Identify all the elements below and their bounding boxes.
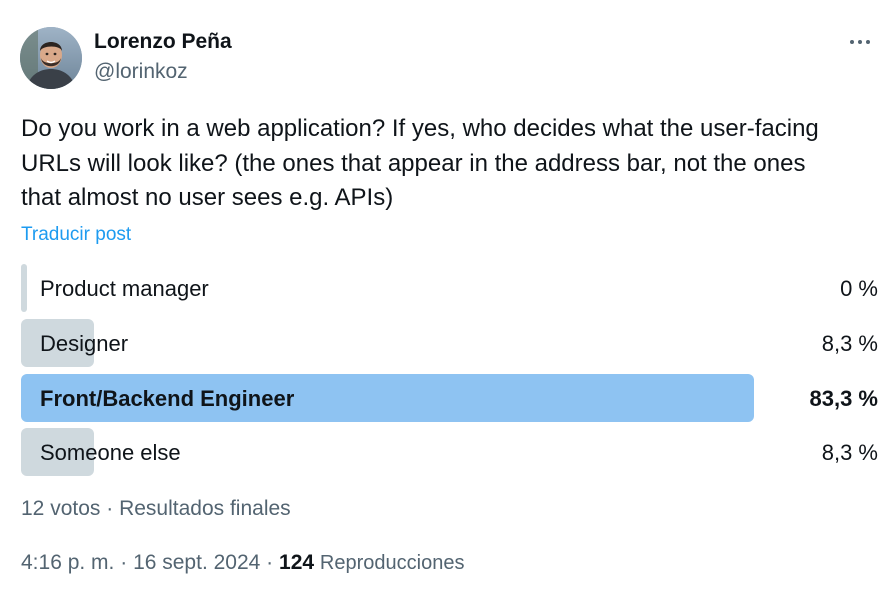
poll-option: Designer 8,3 %: [21, 319, 879, 367]
poll-option-label: Designer: [40, 331, 129, 356]
poll-option-percent: 83,3 %: [809, 386, 879, 411]
views-label: Reproducciones: [319, 552, 465, 574]
translate-post-link[interactable]: Traducir post: [21, 224, 131, 246]
separator: ·: [100, 497, 120, 520]
more-options-button[interactable]: [842, 30, 878, 54]
tweet-card: Lorenzo Peña @lorinkoz Do you work in a …: [0, 0, 890, 598]
poll-option-label: Someone else: [40, 440, 181, 465]
poll-vote-count: 12 votos: [21, 497, 101, 520]
more-horizontal-icon-dot: [866, 40, 870, 44]
more-horizontal-icon-dot: [858, 40, 862, 44]
tweet-timestamp[interactable]: 4:16 p. m. · 16 sept. 2024: [21, 551, 260, 574]
tweet-date: 16 sept. 2024: [133, 551, 261, 574]
poll-option-percent: 8,3 %: [821, 331, 878, 356]
poll-option-percent: 8,3 %: [821, 440, 878, 465]
poll-option-percent: 0 %: [840, 276, 878, 301]
author-avatar[interactable]: [20, 27, 82, 89]
views-count: 124: [279, 551, 315, 574]
poll-option: Front/Backend Engineer 83,3 %: [21, 374, 879, 422]
tweet-text: Do you work in a web application? If yes…: [21, 115, 819, 211]
poll-option-label: Product manager: [40, 276, 209, 301]
avatar-image: [20, 27, 82, 89]
poll-option-bar: [21, 264, 27, 312]
tweet-time: 4:16 p. m.: [21, 551, 115, 574]
author-handle[interactable]: @lorinkoz: [94, 60, 188, 84]
more-horizontal-icon: [850, 40, 854, 44]
poll-option: Someone else 8,3 %: [21, 428, 879, 476]
author-name[interactable]: Lorenzo Peña: [94, 30, 232, 54]
poll-summary: 12 votos · Resultados finales: [21, 497, 291, 521]
separator: ·: [114, 551, 134, 574]
poll-status: Resultados finales: [119, 497, 291, 520]
poll-option: Product manager 0 %: [21, 264, 879, 312]
separator: ·: [260, 551, 280, 574]
tweet-meta: 4:16 p. m. · 16 sept. 2024 · 124 Reprodu…: [21, 551, 464, 575]
poll-option-label: Front/Backend Engineer: [40, 386, 295, 411]
